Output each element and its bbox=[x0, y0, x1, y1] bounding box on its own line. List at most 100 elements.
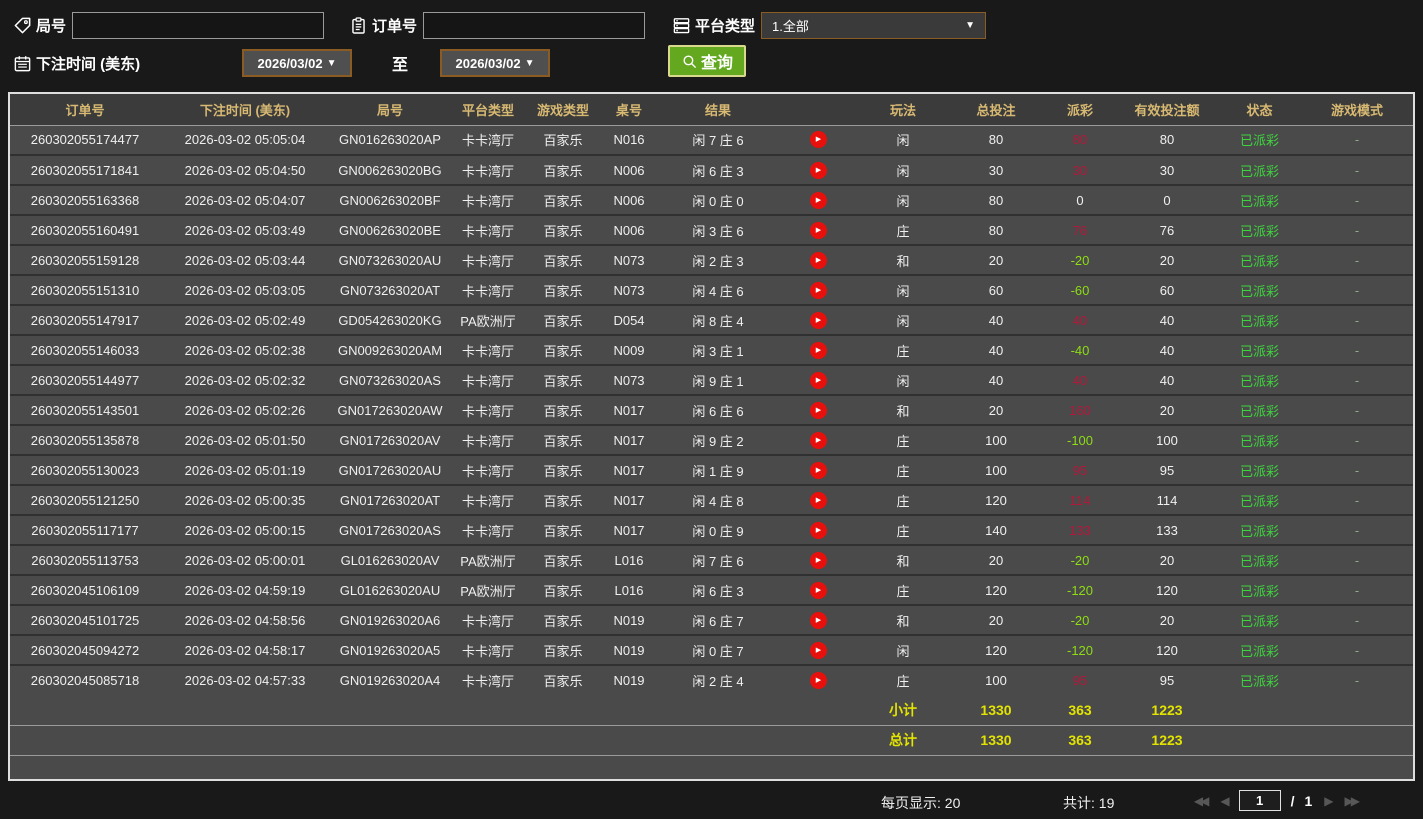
game-type-cell: 百家乐 bbox=[543, 493, 583, 509]
table-row: 260302045106109 2026-03-02 04:59:19 GL01… bbox=[10, 575, 1413, 605]
replay-cell: ▶ bbox=[778, 395, 858, 425]
page-number-input[interactable] bbox=[1238, 790, 1281, 811]
replay-play-icon[interactable]: ▶ bbox=[809, 581, 827, 599]
valid-bet-cell: 20 bbox=[1159, 552, 1175, 568]
bet-time-cell: 2026-03-02 04:59:19 bbox=[184, 582, 306, 598]
table-no-cell: N016 bbox=[613, 132, 645, 148]
replay-play-icon[interactable]: ▶ bbox=[809, 251, 827, 269]
play-type-cell: 庄 bbox=[896, 463, 910, 479]
valid-bet-cell: 76 bbox=[1159, 222, 1175, 238]
grand-total-total-bet: 1330 bbox=[980, 732, 1012, 748]
total-bet-cell: 40 bbox=[988, 312, 1004, 328]
game-no-label: 局号 bbox=[36, 17, 67, 35]
replay-cell: ▶ bbox=[778, 185, 858, 215]
table-no-cell: N017 bbox=[613, 432, 645, 448]
previous-page-button[interactable]: ◀ bbox=[1218, 793, 1229, 809]
page-count: 1 bbox=[1304, 792, 1313, 809]
replay-play-icon[interactable]: ▶ bbox=[809, 281, 827, 299]
total-bet-cell: 20 bbox=[988, 252, 1004, 268]
bet-time-cell: 2026-03-02 05:02:32 bbox=[184, 372, 306, 388]
result-cell: 闲 0 庄 0 bbox=[692, 193, 744, 209]
play-type-cell: 闲 bbox=[896, 373, 910, 389]
result-cell: 闲 2 庄 4 bbox=[692, 674, 744, 689]
game-no-input[interactable] bbox=[72, 11, 325, 39]
game-type-cell: 百家乐 bbox=[543, 163, 583, 179]
payout-cell: 80 bbox=[1072, 132, 1088, 148]
platform-cell: PA欧洲厅 bbox=[460, 583, 516, 599]
chevron-down-icon: ▼ bbox=[524, 57, 535, 69]
search-button[interactable]: 查询 bbox=[668, 45, 746, 77]
payout-cell: -100 bbox=[1066, 432, 1094, 448]
order-no-filter: 订单号 bbox=[348, 11, 646, 39]
status-cell: 已派彩 bbox=[1239, 583, 1279, 599]
replay-play-icon[interactable]: ▶ bbox=[809, 611, 827, 629]
last-page-button[interactable]: ▶▶ bbox=[1343, 793, 1361, 809]
game-no-cell: GN017263020AS bbox=[339, 522, 441, 538]
play-type-cell: 庄 bbox=[896, 583, 910, 599]
chevron-down-icon: ▼ bbox=[326, 57, 337, 69]
search-button-label: 查询 bbox=[700, 55, 733, 72]
result-cell: 闲 4 庄 8 bbox=[692, 493, 744, 509]
total-bet-cell: 20 bbox=[988, 402, 1004, 418]
next-page-button[interactable]: ▶ bbox=[1322, 793, 1333, 809]
platform-select[interactable]: 1.全部 ▼ bbox=[761, 11, 987, 39]
replay-play-icon[interactable]: ▶ bbox=[809, 641, 827, 659]
mode-cell: - bbox=[1354, 492, 1360, 508]
bet-time-cell: 2026-03-02 05:01:50 bbox=[184, 432, 306, 448]
date-from-picker[interactable]: 2026/03/02 ▼ bbox=[242, 49, 352, 77]
game-type-cell: 百家乐 bbox=[543, 433, 583, 449]
mode-cell: - bbox=[1354, 162, 1360, 178]
chevron-down-icon: ▼ bbox=[965, 19, 976, 31]
mode-cell: - bbox=[1354, 522, 1360, 538]
table-no-cell: D054 bbox=[613, 312, 645, 328]
table-row: 260302055171841 2026-03-02 05:04:50 GN00… bbox=[10, 155, 1413, 185]
platform-cell: 卡卡湾厅 bbox=[461, 253, 514, 269]
valid-bet-cell: 80 bbox=[1159, 132, 1175, 148]
replay-play-icon[interactable]: ▶ bbox=[809, 221, 827, 239]
calendar-icon bbox=[12, 53, 32, 73]
payout-cell: -120 bbox=[1066, 642, 1094, 658]
first-page-button[interactable]: ◀◀ bbox=[1192, 793, 1210, 809]
subtotal-label: 小计 bbox=[889, 701, 917, 718]
replay-cell: ▶ bbox=[778, 215, 858, 245]
page-navigation: ◀◀ ◀ / 1 ▶ ▶▶ bbox=[1192, 790, 1361, 811]
platform-cell: PA欧洲厅 bbox=[460, 313, 516, 329]
game-type-cell: 百家乐 bbox=[543, 133, 583, 149]
replay-play-icon[interactable]: ▶ bbox=[809, 491, 827, 509]
bet-time-cell: 2026-03-02 05:00:15 bbox=[184, 522, 306, 538]
game-no-cell: GN017263020AV bbox=[339, 432, 441, 448]
table-no-cell: N073 bbox=[613, 372, 645, 388]
payout-cell: 30 bbox=[1072, 162, 1088, 178]
total-bet-cell: 20 bbox=[988, 612, 1004, 628]
replay-play-icon[interactable]: ▶ bbox=[809, 461, 827, 479]
game-no-cell: GN006263020BG bbox=[338, 162, 442, 178]
replay-play-icon[interactable]: ▶ bbox=[809, 191, 827, 209]
play-type-cell: 闲 bbox=[896, 163, 910, 179]
replay-cell: ▶ bbox=[778, 635, 858, 665]
replay-play-icon[interactable]: ▶ bbox=[809, 341, 827, 359]
replay-play-icon[interactable]: ▶ bbox=[809, 311, 827, 329]
game-type-cell: 百家乐 bbox=[543, 583, 583, 599]
platform-cell: 卡卡湾厅 bbox=[461, 283, 514, 299]
replay-play-icon[interactable]: ▶ bbox=[809, 161, 827, 179]
bet-time-cell: 2026-03-02 05:02:26 bbox=[184, 402, 306, 418]
replay-play-icon[interactable]: ▶ bbox=[809, 431, 827, 449]
replay-play-icon[interactable]: ▶ bbox=[809, 551, 827, 569]
replay-play-icon[interactable]: ▶ bbox=[809, 131, 827, 149]
bet-time-cell: 2026-03-02 04:57:33 bbox=[184, 673, 306, 688]
replay-play-icon[interactable]: ▶ bbox=[809, 401, 827, 419]
mode-cell: - bbox=[1354, 612, 1360, 628]
order-no-input[interactable] bbox=[423, 11, 646, 39]
replay-play-icon[interactable]: ▶ bbox=[809, 672, 827, 690]
result-cell: 闲 3 庄 6 bbox=[692, 223, 744, 239]
game-no-cell: GN017263020AW bbox=[337, 402, 443, 418]
replay-play-icon[interactable]: ▶ bbox=[809, 371, 827, 389]
valid-bet-cell: 40 bbox=[1159, 342, 1175, 358]
status-cell: 已派彩 bbox=[1239, 403, 1279, 419]
platform-selected-value: 1.全部 bbox=[772, 18, 809, 34]
result-cell: 闲 2 庄 3 bbox=[692, 253, 744, 269]
replay-play-icon[interactable]: ▶ bbox=[809, 521, 827, 539]
game-no-cell: GN009263020AM bbox=[337, 342, 443, 358]
valid-bet-cell: 120 bbox=[1156, 642, 1178, 658]
date-to-picker[interactable]: 2026/03/02 ▼ bbox=[440, 49, 550, 77]
